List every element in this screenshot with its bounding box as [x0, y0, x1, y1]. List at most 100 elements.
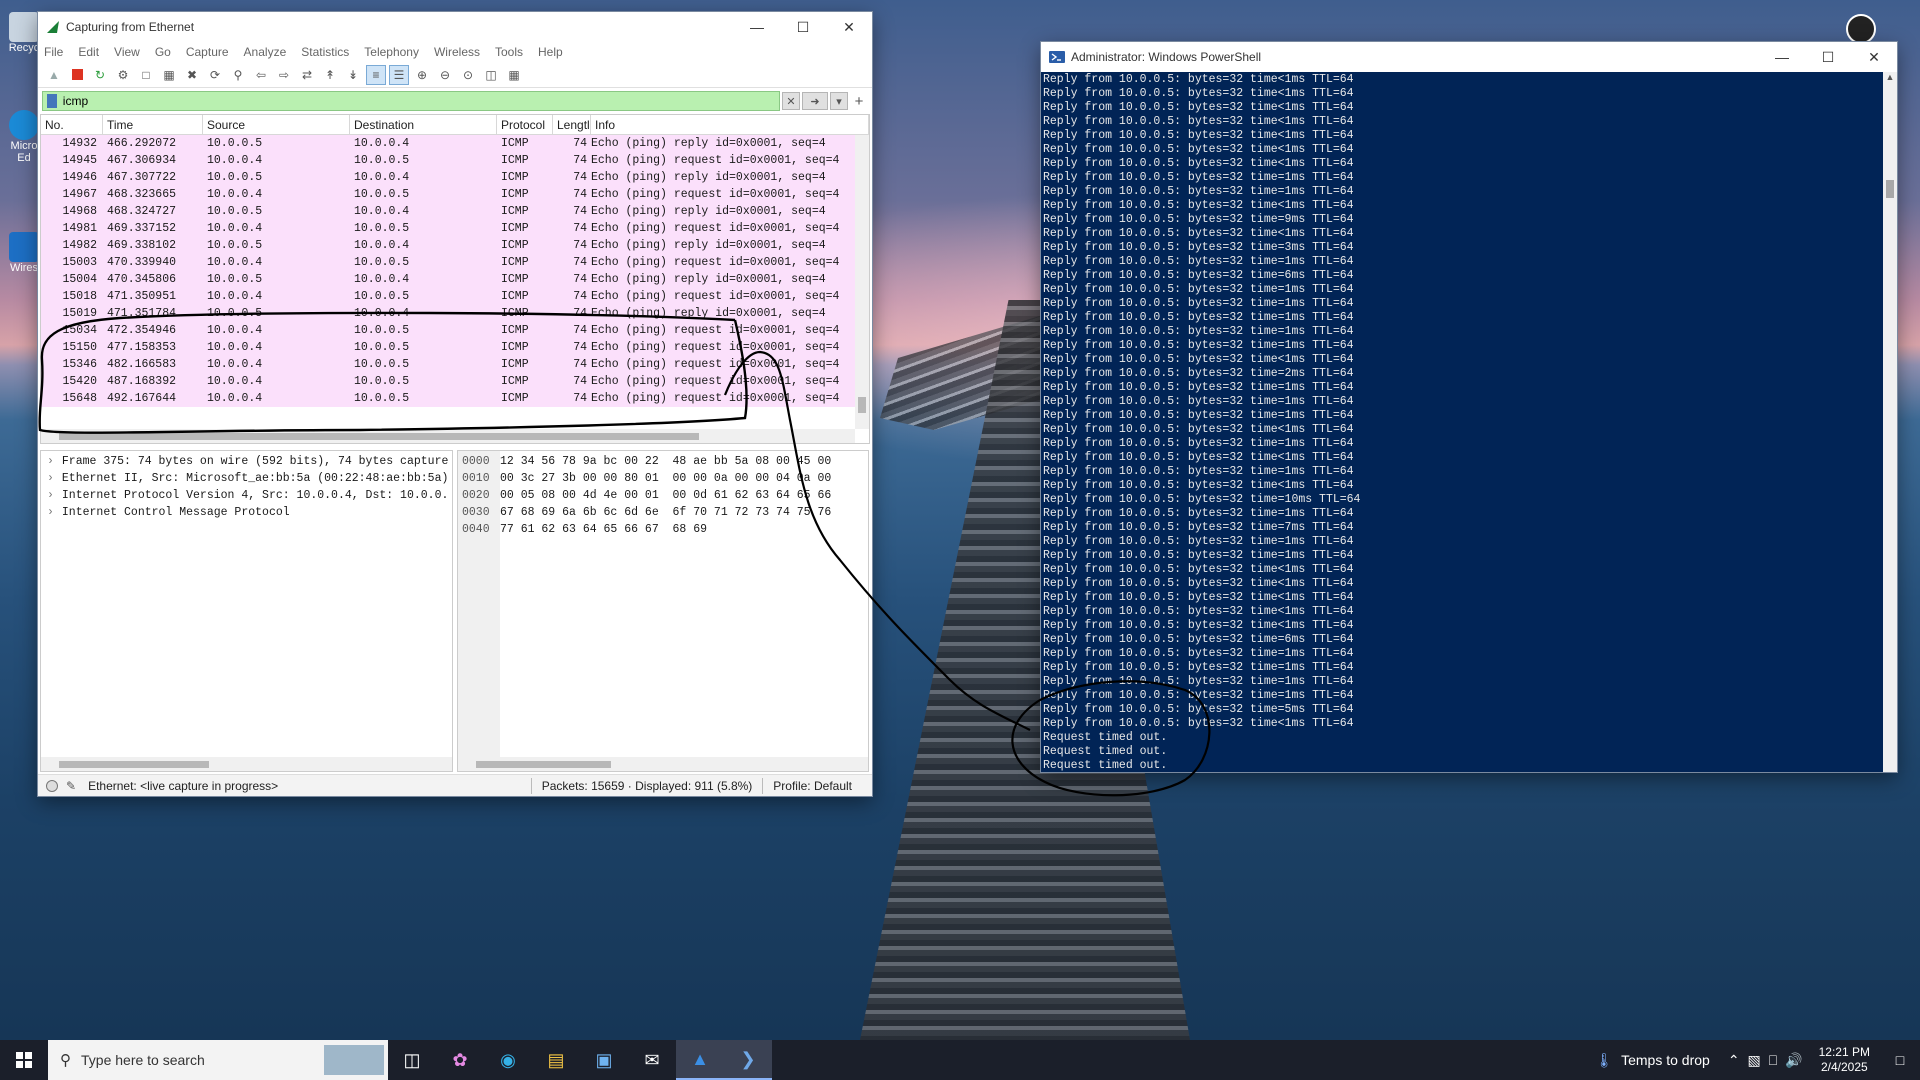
autoscroll-icon[interactable]: ≡ [366, 64, 386, 85]
column-time[interactable]: Time [103, 115, 203, 135]
zoom-in-icon[interactable]: ⊕ [412, 65, 432, 85]
column-destination[interactable]: Destination [350, 115, 497, 135]
column-info[interactable]: Info [591, 115, 869, 135]
packet-row[interactable]: 14946 467.307722 10.0.0.5 10.0.0.4 ICMP 74 Ech… [41, 169, 869, 186]
packet-row[interactable]: 14945 467.306934 10.0.0.4 10.0.0.5 ICMP 74 Ech… [41, 152, 869, 169]
packet-row[interactable]: 15003 470.339940 10.0.0.4 10.0.0.5 ICMP 74 Ech… [41, 254, 869, 271]
resize-columns-icon[interactable]: ◫ [481, 65, 501, 85]
scrollbar-thumb[interactable] [476, 761, 611, 768]
add-filter-button-plus-icon[interactable]: + [850, 92, 868, 110]
packet-row[interactable]: 14981 469.337152 10.0.0.4 10.0.0.5 ICMP 74 Ech… [41, 220, 869, 237]
menu-view[interactable]: View [114, 45, 140, 59]
detail-row-frame[interactable]: › Frame 375: 74 bytes on wire (592 bits),… [41, 453, 452, 470]
column-no[interactable]: No. [41, 115, 103, 135]
filter-history-chevron-down-icon[interactable]: ▾ [830, 92, 848, 110]
bytes-row[interactable]: 0000 12 34 56 78 9a bc 00 22 48 ae bb 5a … [458, 453, 868, 470]
notifications-icon[interactable]: □ [1880, 1052, 1920, 1068]
bytes-row[interactable]: 0030 67 68 69 6a 6b 6c 6d 6e 6f 70 71 72 … [458, 504, 868, 521]
powershell-titlebar[interactable]: Administrator: Windows PowerShell — ☐ ✕ [1041, 42, 1897, 72]
menu-analyze[interactable]: Analyze [244, 45, 287, 59]
meet-now-icon[interactable]: ▧ [1748, 1052, 1761, 1069]
menu-statistics[interactable]: Statistics [301, 45, 349, 59]
user-account-icon[interactable] [1846, 14, 1876, 44]
bytes-row[interactable]: 0020 00 05 08 00 4d 4e 00 01 00 0d 61 62 … [458, 487, 868, 504]
show-hidden-icons-chevron-up-icon[interactable]: ⌃ [1728, 1052, 1740, 1069]
scrollbar-thumb[interactable] [858, 397, 866, 413]
column-protocol[interactable]: Protocol [497, 115, 553, 135]
column-length[interactable]: Lengtl [553, 115, 591, 135]
network-icon[interactable]: ⎕ [1769, 1052, 1777, 1069]
colorize-icon[interactable]: ☰ [389, 64, 409, 85]
taskbar-clock[interactable]: 12:21 PM 2/4/2025 [1809, 1045, 1880, 1075]
packet-row[interactable]: 14982 469.338102 10.0.0.5 10.0.0.4 ICMP 74 Ech… [41, 237, 869, 254]
detail-row-icmp[interactable]: › Internet Control Message Protocol [41, 504, 452, 521]
minimize-button[interactable]: — [734, 12, 780, 42]
expand-chevron-right-icon[interactable]: › [47, 455, 54, 468]
status-profile[interactable]: Profile: Default [773, 779, 852, 793]
expand-chevron-right-icon[interactable]: › [47, 489, 54, 502]
expand-chevron-right-icon[interactable]: › [47, 506, 54, 519]
display-filter-input[interactable] [62, 94, 779, 108]
expand-chevron-right-icon[interactable]: › [47, 472, 54, 485]
copilot-icon[interactable]: ✿ [436, 1040, 484, 1080]
first-packet-icon[interactable]: ↟ [320, 65, 340, 85]
start-capture-fin-icon[interactable]: ▲ [44, 65, 64, 85]
menu-go[interactable]: Go [155, 45, 171, 59]
clear-filter-icon[interactable]: ✕ [782, 92, 800, 110]
bytes-row[interactable]: 0040 77 61 62 63 64 65 66 67 68 69 [458, 521, 868, 538]
find-packet-icon[interactable]: ⚲ [228, 65, 248, 85]
menu-wireless[interactable]: Wireless [434, 45, 480, 59]
packet-list-horizontal-scrollbar[interactable] [41, 429, 855, 443]
scroll-up-chevron-icon[interactable]: ▲ [1883, 72, 1897, 82]
close-file-icon[interactable]: ✖ [182, 65, 202, 85]
restart-capture-icon[interactable]: ↻ [90, 65, 110, 85]
taskbar-search-box[interactable]: ⚲ Type here to search [48, 1040, 388, 1080]
bytes-row[interactable]: 0010 00 3c 27 3b 00 00 80 01 00 00 0a 00 … [458, 470, 868, 487]
microsoft-store-icon[interactable]: ▣ [580, 1040, 628, 1080]
close-button[interactable]: ✕ [1851, 42, 1897, 72]
normal-size-icon[interactable]: ⊙ [458, 65, 478, 85]
last-packet-icon[interactable]: ↡ [343, 65, 363, 85]
detail-row-ethernet[interactable]: › Ethernet II, Src: Microsoft_ae:bb:5a (0… [41, 470, 452, 487]
details-horizontal-scrollbar[interactable] [41, 757, 452, 771]
packet-row[interactable]: 15150 477.158353 10.0.0.4 10.0.0.5 ICMP 74 Ech… [41, 339, 869, 356]
volume-icon[interactable]: 🔊 [1785, 1052, 1802, 1069]
menu-help[interactable]: Help [538, 45, 563, 59]
packet-row[interactable]: 15346 482.166583 10.0.0.4 10.0.0.5 ICMP 74 Ech… [41, 356, 869, 373]
scrollbar-thumb[interactable] [59, 433, 699, 440]
menu-capture[interactable]: Capture [186, 45, 229, 59]
column-source[interactable]: Source [203, 115, 350, 135]
open-file-icon[interactable]: □ [136, 65, 156, 85]
capture-comment-pencil-icon[interactable]: ✎ [66, 779, 76, 793]
reload-file-icon[interactable]: ⟳ [205, 65, 225, 85]
menu-tools[interactable]: Tools [495, 45, 523, 59]
detail-row-ipv4[interactable]: › Internet Protocol Version 4, Src: 10.0.… [41, 487, 452, 504]
powershell-console-output[interactable]: Reply from 10.0.0.5: bytes=32 time<1ms T… [1041, 72, 1883, 772]
expert-info-led-icon[interactable] [46, 779, 58, 792]
zoom-out-icon[interactable]: ⊖ [435, 65, 455, 85]
wireshark-taskbar-icon[interactable]: ▲ [676, 1040, 724, 1080]
packet-row[interactable]: 14967 468.323665 10.0.0.4 10.0.0.5 ICMP 74 Ech… [41, 186, 869, 203]
menu-edit[interactable]: Edit [78, 45, 99, 59]
capture-options-gear-icon[interactable]: ⚙ [113, 65, 133, 85]
stop-capture-icon[interactable] [67, 65, 87, 85]
maximize-button[interactable]: ☐ [780, 12, 826, 42]
bytes-horizontal-scrollbar[interactable] [458, 757, 868, 771]
go-to-packet-icon[interactable]: ⇄ [297, 65, 317, 85]
packet-row[interactable]: 15004 470.345806 10.0.0.5 10.0.0.4 ICMP 74 Ech… [41, 271, 869, 288]
mail-icon[interactable]: ✉ [628, 1040, 676, 1080]
powershell-taskbar-icon[interactable]: ❯ [724, 1040, 772, 1080]
menu-telephony[interactable]: Telephony [364, 45, 419, 59]
packet-row[interactable]: 15420 487.168392 10.0.0.4 10.0.0.5 ICMP 74 Ech… [41, 373, 869, 390]
console-vertical-scrollbar[interactable]: ▲ [1883, 72, 1897, 772]
packet-row[interactable]: 15019 471.351784 10.0.0.5 10.0.0.4 ICMP 74 Ech… [41, 305, 869, 322]
maximize-button[interactable]: ☐ [1805, 42, 1851, 72]
close-button[interactable]: ✕ [826, 12, 872, 42]
layout-icon[interactable]: ▦ [504, 65, 524, 85]
apply-filter-icon[interactable]: ➜ [802, 92, 828, 110]
packet-row[interactable]: 15018 471.350951 10.0.0.4 10.0.0.5 ICMP 74 Ech… [41, 288, 869, 305]
scrollbar-thumb[interactable] [1886, 180, 1894, 198]
weather-text[interactable]: Temps to drop [1621, 1052, 1710, 1068]
minimize-button[interactable]: — [1759, 42, 1805, 72]
task-view-icon[interactable]: ◫ [388, 1040, 436, 1080]
